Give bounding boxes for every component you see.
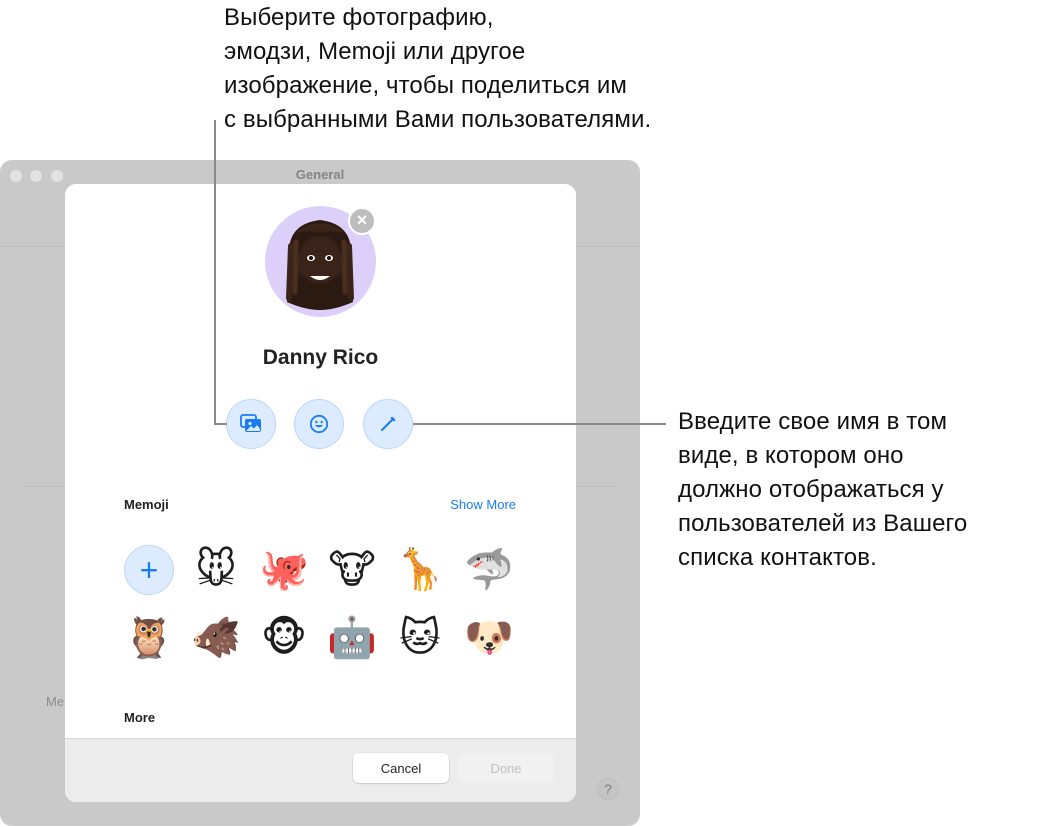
choose-emoji-button[interactable] (294, 399, 344, 449)
add-memoji-button[interactable]: + (124, 545, 174, 595)
window-title: General (295, 167, 345, 182)
memoji-octopus[interactable]: 🐙 (259, 545, 309, 595)
more-section-title: More (124, 710, 156, 725)
memoji-dog[interactable]: 🐶 (464, 613, 514, 663)
memoji-monkey[interactable]: 🐵 (259, 613, 309, 663)
cancel-button[interactable]: Cancel (353, 753, 449, 783)
memoji-owl[interactable]: 🦉 (124, 613, 174, 663)
memoji-mouse[interactable]: 🐭 (191, 545, 241, 595)
smiley-icon (309, 414, 329, 434)
pencil-icon (381, 416, 396, 431)
memoji-cow[interactable]: 🐮 (327, 545, 377, 595)
callout-line-top-horizontal (214, 423, 227, 425)
memoji-robot[interactable]: 🤖 (327, 613, 377, 663)
help-button[interactable]: ? (597, 778, 619, 800)
photo-gallery-icon (240, 414, 261, 432)
choose-photo-button[interactable] (226, 399, 276, 449)
memoji-giraffe[interactable]: 🦒 (395, 545, 445, 595)
callout-enter-name: Введите свое имя в том виде, в котором о… (678, 408, 968, 571)
show-more-link[interactable]: Show More (450, 497, 516, 512)
remove-avatar-button[interactable]: × (348, 207, 376, 235)
user-name[interactable]: Danny Rico (65, 346, 576, 370)
memoji-section-title: Memoji (124, 497, 169, 512)
sheet-footer: Cancel Done (65, 738, 576, 802)
memoji-shark[interactable]: 🦈 (464, 545, 514, 595)
edit-name-button[interactable] (363, 399, 413, 449)
callout-choose-image: Выберите фотографию, эмодзи, Memoji или … (224, 4, 652, 133)
memoji-cat[interactable]: 🐱 (395, 613, 445, 663)
name-and-photo-sheet: × Danny Rico Memoji Show More + 🐭 🐙 🐮 🦒 🦈 🦉 🐗 🐵… (65, 184, 576, 802)
callout-line-right (413, 423, 666, 425)
background-label: Me (46, 694, 65, 709)
callout-line-top-vertical (214, 120, 216, 425)
done-button[interactable]: Done (458, 753, 554, 783)
memoji-boar[interactable]: 🐗 (191, 613, 241, 663)
